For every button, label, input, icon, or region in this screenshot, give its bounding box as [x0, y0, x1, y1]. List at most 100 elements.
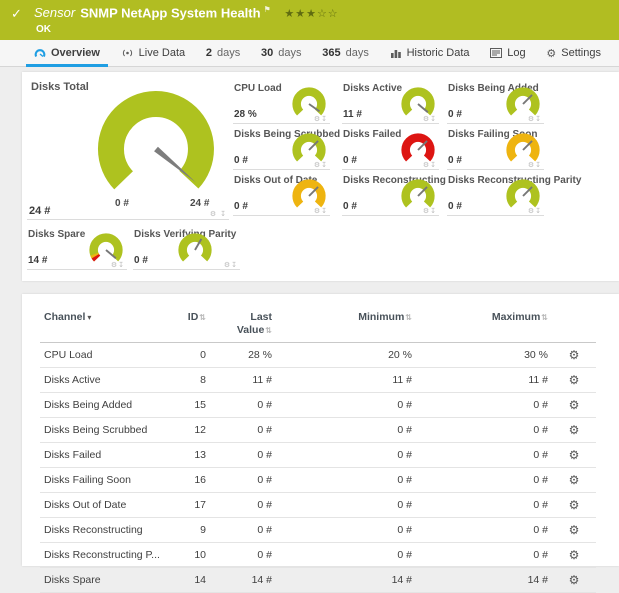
channel-id: 16 — [168, 468, 210, 493]
tab-log[interactable]: Log — [482, 40, 533, 66]
edit-channel-icon[interactable]: ⚙ — [569, 348, 580, 362]
gauge-disks-being-scrubbed[interactable]: Disks Being Scrubbed 0 # ⚙↧ — [233, 131, 330, 170]
column-header-minimum[interactable]: Minimum⇅ — [276, 308, 416, 343]
gauge-actions[interactable]: ⚙↧ — [423, 161, 437, 169]
channel-last-value: 0 # — [210, 518, 276, 543]
gauge-disks-verifying-parity[interactable]: Disks Verifying Parity 0 # ⚙↧ — [133, 231, 240, 270]
gauge-disks-active[interactable]: Disks Active 11 # ⚙↧ — [342, 85, 439, 124]
column-header-maximum[interactable]: Maximum⇅ — [416, 308, 552, 343]
edit-channel-icon[interactable]: ⚙ — [569, 473, 580, 487]
pin-icon: ↧ — [118, 262, 125, 269]
edit-channel-icon[interactable]: ⚙ — [569, 373, 580, 387]
flag-icon[interactable]: ⚑ — [264, 5, 271, 14]
gauge-cpu-load[interactable]: CPU Load 28 % ⚙↧ — [233, 85, 330, 124]
tab-365-days[interactable]: 365 days — [314, 40, 377, 66]
gauge-actions[interactable]: ⚙↧ — [423, 207, 437, 215]
edit-channel-icon[interactable]: ⚙ — [569, 498, 580, 512]
edit-channel-icon[interactable]: ⚙ — [569, 448, 580, 462]
edit-channel-icon[interactable]: ⚙ — [569, 423, 580, 437]
gauge-value: 0 # — [134, 255, 148, 266]
table-row[interactable]: Disks Reconstructing 9 0 # 0 # 0 # ⚙ — [40, 518, 596, 543]
tab-settings[interactable]: ⚙ Settings — [538, 40, 609, 66]
channel-link[interactable]: Disks Spare — [44, 574, 101, 586]
gauge-dial — [176, 231, 214, 269]
gauge-value: 0 # — [234, 155, 248, 166]
channel-link[interactable]: Disks Out of Date — [44, 499, 126, 511]
gauge-actions[interactable]: ⚙↧ — [528, 207, 542, 215]
channel-minimum: 14 # — [276, 568, 416, 593]
channel-maximum: 0 # — [416, 443, 552, 468]
channel-link[interactable]: CPU Load — [44, 349, 92, 361]
channel-id: 13 — [168, 443, 210, 468]
gauge-disks-failing-soon[interactable]: Disks Failing Soon 0 # ⚙↧ — [447, 131, 544, 170]
sensor-header: ✓ SensorSNMP NetApp System Health⚑ ★★★☆☆… — [0, 0, 619, 40]
gauge-actions[interactable]: ⚙↧ — [423, 115, 437, 123]
channel-last-value: 11 # — [210, 368, 276, 393]
table-row[interactable]: CPU Load 0 28 % 20 % 30 % ⚙ — [40, 343, 596, 368]
tab-historic-data[interactable]: Historic Data — [382, 40, 478, 66]
table-row[interactable]: Disks Spare 14 14 # 14 # 14 # ⚙ — [40, 568, 596, 593]
channel-minimum: 0 # — [276, 493, 416, 518]
channel-link[interactable]: Disks Reconstructing P... — [44, 549, 160, 561]
edit-channel-icon[interactable]: ⚙ — [569, 398, 580, 412]
gauge-value: 0 # — [234, 201, 248, 212]
channel-link[interactable]: Disks Being Scrubbed — [44, 424, 147, 436]
table-row[interactable]: Disks Active 8 11 # 11 # 11 # ⚙ — [40, 368, 596, 393]
column-header-id[interactable]: ID⇅ — [168, 308, 210, 343]
channel-last-value: 0 # — [210, 468, 276, 493]
gauge-actions[interactable]: ⚙↧ — [111, 261, 125, 269]
gauge-actions[interactable]: ⚙↧ — [314, 115, 328, 123]
channel-link[interactable]: Disks Failing Soon — [44, 474, 131, 486]
tab-overview[interactable]: Overview — [26, 40, 108, 66]
gauge-disks-failed[interactable]: Disks Failed 0 # ⚙↧ — [342, 131, 439, 170]
channel-link[interactable]: Disks Being Added — [44, 399, 132, 411]
table-row[interactable]: Disks Failing Soon 16 0 # 0 # 0 # ⚙ — [40, 468, 596, 493]
column-header-last-value[interactable]: LastValue⇅ — [210, 308, 276, 343]
priority-stars[interactable]: ★★★☆☆ — [284, 8, 338, 20]
gauge-disks-out-of-date[interactable]: Disks Out of Date 0 # ⚙↧ — [233, 177, 330, 216]
gauge-actions[interactable]: ⚙↧ — [314, 161, 328, 169]
gauge-icon — [34, 47, 46, 59]
gauge-disks-reconstructing-parity[interactable]: Disks Reconstructing Parity 0 # ⚙↧ — [447, 177, 544, 216]
channel-last-value: 0 # — [210, 443, 276, 468]
column-header-actions — [552, 308, 596, 343]
table-row[interactable]: Disks Failed 13 0 # 0 # 0 # ⚙ — [40, 443, 596, 468]
channel-link[interactable]: Disks Failed — [44, 449, 101, 461]
channel-maximum: 0 # — [416, 393, 552, 418]
table-row[interactable]: Disks Being Added 15 0 # 0 # 0 # ⚙ — [40, 393, 596, 418]
table-row[interactable]: Disks Out of Date 17 0 # 0 # 0 # ⚙ — [40, 493, 596, 518]
pin-icon: ↧ — [220, 211, 227, 218]
edit-channel-icon[interactable]: ⚙ — [569, 573, 580, 587]
table-row[interactable]: Disks Being Scrubbed 12 0 # 0 # 0 # ⚙ — [40, 418, 596, 443]
channel-last-value: 14 # — [210, 568, 276, 593]
pin-icon: ↧ — [535, 162, 542, 169]
gauge-label: CPU Load — [234, 83, 282, 94]
tab-30-days[interactable]: 30 days — [253, 40, 310, 66]
gauge-disks-being-added[interactable]: Disks Being Added 0 # ⚙↧ — [447, 85, 544, 124]
gauge-actions[interactable]: ⚙↧ — [224, 261, 238, 269]
channel-link[interactable]: Disks Reconstructing — [44, 524, 143, 536]
gauge-disks-total[interactable]: Disks Total 0 # 24 # 24 # ⚙ ↧ — [27, 77, 229, 220]
column-header-channel[interactable]: Channel▾ — [40, 308, 168, 343]
status-check-icon: ✓ — [11, 6, 22, 22]
gauges-panel: Disks Total 0 # 24 # 24 # ⚙ ↧ CPU Load 2… — [22, 72, 619, 281]
gauge-actions[interactable]: ⚙ ↧ — [210, 210, 227, 218]
edit-channel-icon[interactable]: ⚙ — [569, 548, 580, 562]
channel-maximum: 11 # — [416, 368, 552, 393]
pin-icon: ↧ — [231, 262, 238, 269]
tab-live-data[interactable]: Live Data — [113, 40, 193, 66]
channel-link[interactable]: Disks Active — [44, 374, 101, 386]
gauge-disks-reconstructing[interactable]: Disks Reconstructing 0 # ⚙↧ — [342, 177, 439, 216]
channel-id: 10 — [168, 543, 210, 568]
channel-maximum: 0 # — [416, 493, 552, 518]
gauge-disks-spare[interactable]: Disks Spare 14 # ⚙↧ — [27, 231, 127, 270]
gauge-label: Disks Failed — [343, 129, 401, 140]
edit-channel-icon[interactable]: ⚙ — [569, 523, 580, 537]
gauge-actions[interactable]: ⚙↧ — [314, 207, 328, 215]
pin-icon: ↧ — [321, 208, 328, 215]
gauge-actions[interactable]: ⚙↧ — [528, 161, 542, 169]
sort-icon: ⇅ — [541, 313, 548, 322]
gauge-actions[interactable]: ⚙↧ — [528, 115, 542, 123]
tab-2-days[interactable]: 2 days — [198, 40, 248, 66]
table-row[interactable]: Disks Reconstructing P... 10 0 # 0 # 0 #… — [40, 543, 596, 568]
